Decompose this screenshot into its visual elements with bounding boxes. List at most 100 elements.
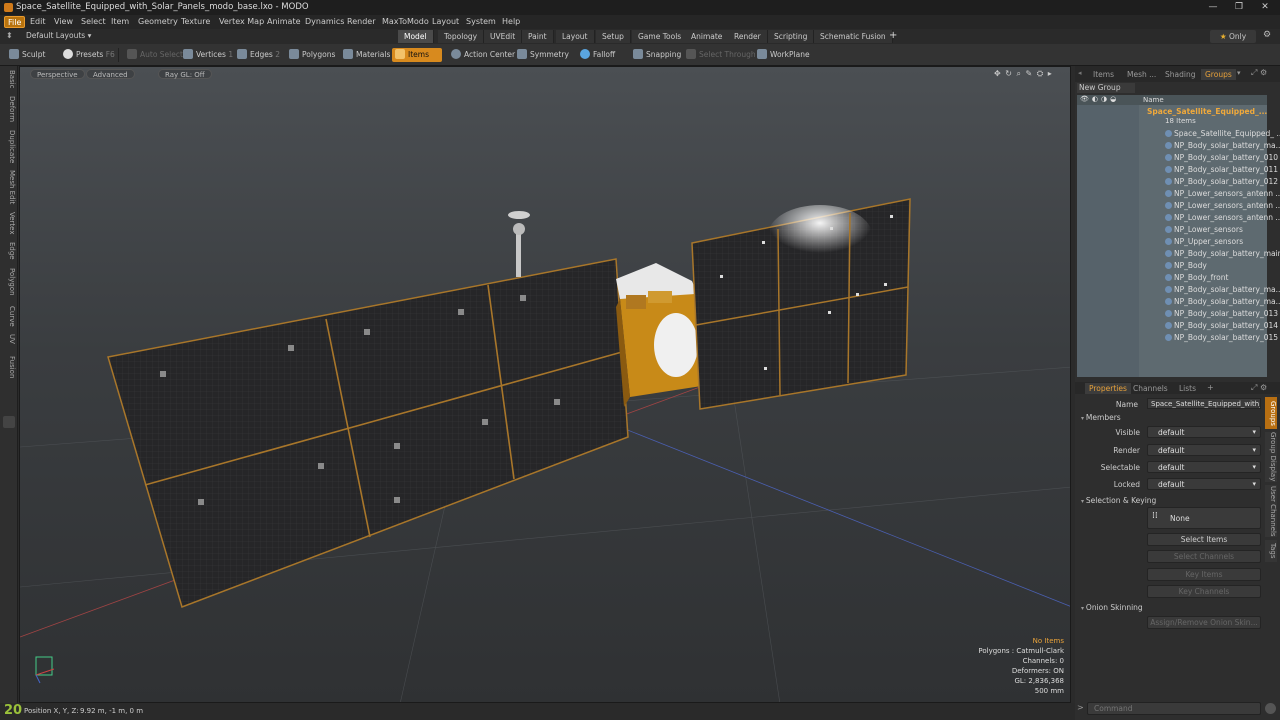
menu-vertex-map[interactable]: Vertex Map: [216, 16, 267, 28]
list-item[interactable]: NP_Lower_sensors_antenn ...: [1165, 212, 1280, 224]
menu-help[interactable]: Help: [499, 16, 523, 28]
symmetry-button[interactable]: Symmetry: [514, 48, 572, 62]
tab-paint[interactable]: Paint: [522, 30, 554, 43]
menu-texture[interactable]: Texture: [178, 16, 213, 28]
command-history-icon[interactable]: >: [1077, 703, 1084, 712]
sculpt-button[interactable]: Sculpt: [6, 48, 48, 62]
list-item[interactable]: NP_Lower_sensors_antenn ...: [1165, 200, 1280, 212]
workplane-button[interactable]: WorkPlane: [754, 48, 813, 62]
assign-onion-skin-button[interactable]: Assign/Remove Onion Skin...: [1147, 616, 1261, 629]
tab-channels[interactable]: Channels: [1129, 383, 1172, 394]
tooltab-basic[interactable]: Basic: [2, 70, 16, 89]
render-dropdown[interactable]: default: [1147, 444, 1261, 456]
tooltab-fusion[interactable]: Fusion: [2, 356, 16, 378]
vertices-button[interactable]: Vertices 1: [180, 48, 236, 62]
list-item[interactable]: NP_Body: [1165, 260, 1207, 272]
shading-dropdown[interactable]: Advanced: [86, 69, 135, 79]
key-items-button[interactable]: Key Items: [1147, 568, 1261, 581]
expand-toggle[interactable]: [3, 416, 15, 428]
menu-edit[interactable]: Edit: [27, 16, 49, 28]
onion-skinning-section[interactable]: Onion Skinning: [1081, 603, 1143, 612]
list-item[interactable]: NP_Body_solar_battery_014: [1165, 320, 1278, 332]
visible-dropdown[interactable]: default: [1147, 426, 1261, 438]
only-toggle[interactable]: ★ Only: [1210, 30, 1256, 43]
group-name[interactable]: Space_Satellite_Equipped_...: [1147, 107, 1267, 116]
list-item[interactable]: NP_Body_solar_battery_main: [1165, 248, 1280, 260]
menu-layout[interactable]: Layout: [429, 16, 462, 28]
tab-layout[interactable]: Layout: [556, 30, 595, 43]
materials-button[interactable]: Materials: [340, 48, 393, 62]
sidetab-groups[interactable]: Groups: [1265, 397, 1277, 429]
list-item[interactable]: NP_Body_front: [1165, 272, 1228, 284]
view-type-dropdown[interactable]: Perspective: [30, 69, 85, 79]
menu-animate[interactable]: Animate: [264, 16, 304, 28]
members-section[interactable]: Members: [1081, 413, 1121, 422]
close-button[interactable]: ✕: [1252, 0, 1278, 15]
maximize-button[interactable]: ❐: [1226, 0, 1252, 15]
presets-button[interactable]: Presets F6: [60, 48, 118, 62]
gear-icon[interactable]: ⚙: [1263, 30, 1271, 40]
list-item[interactable]: NP_Body_solar_battery_015: [1165, 332, 1278, 344]
menu-item[interactable]: Item: [108, 16, 132, 28]
tooltab-polygon[interactable]: Polygon: [2, 268, 16, 296]
list-item[interactable]: Space_Satellite_Equipped_ ...: [1165, 128, 1280, 140]
tooltab-deform[interactable]: Deform: [2, 96, 16, 122]
viewport-nav-icons[interactable]: ✥ ↻ ⌕ ✎ ⛭ ▸: [994, 69, 1053, 79]
tab-shading[interactable]: Shading: [1161, 69, 1199, 80]
tab-setup[interactable]: Setup: [596, 30, 631, 43]
menu-select[interactable]: Select: [78, 16, 109, 28]
tab-scripting[interactable]: Scripting: [768, 30, 815, 43]
menu-dynamics[interactable]: Dynamics: [302, 16, 347, 28]
snapping-button[interactable]: Snapping: [630, 48, 684, 62]
tab-animate[interactable]: Animate: [685, 30, 730, 43]
panel-expand-icon[interactable]: ⤢ ⚙: [1251, 68, 1267, 78]
tooltab-vertex[interactable]: Vertex: [2, 212, 16, 235]
minimize-button[interactable]: —: [1200, 0, 1226, 15]
tooltab-uv[interactable]: UV: [2, 334, 16, 344]
list-item[interactable]: NP_Body_solar_battery_011: [1165, 164, 1278, 176]
name-column-header[interactable]: Name: [1143, 96, 1164, 104]
tab-uvedit[interactable]: UVEdit: [484, 30, 523, 43]
add-properties-tab-button[interactable]: +: [1207, 383, 1214, 392]
select-channels-button[interactable]: Select Channels: [1147, 550, 1261, 563]
sidetab-user-channels[interactable]: User Channels: [1265, 485, 1277, 537]
menu-system[interactable]: System: [463, 16, 499, 28]
action-center-button[interactable]: Action Center: [448, 48, 518, 62]
selectable-dropdown[interactable]: default: [1147, 461, 1261, 473]
pin-icon[interactable]: ⬍: [6, 31, 13, 40]
tab-mesh[interactable]: Mesh ...: [1123, 69, 1160, 80]
tooltab-curve[interactable]: Curve: [2, 306, 16, 327]
menu-file[interactable]: File: [4, 16, 26, 28]
selection-keying-section[interactable]: Selection & Keying: [1081, 496, 1156, 505]
items-button[interactable]: Items: [392, 48, 442, 62]
edges-button[interactable]: Edges 2: [234, 48, 283, 62]
auto-select-button[interactable]: Auto Select: [124, 48, 186, 62]
tab-topology[interactable]: Topology: [438, 30, 485, 43]
tab-groups[interactable]: Groups: [1201, 69, 1236, 80]
select-through-button[interactable]: Select Through: [683, 48, 759, 62]
new-group-button[interactable]: New Group: [1077, 83, 1135, 93]
tab-render[interactable]: Render: [728, 30, 768, 43]
properties-expand-icon[interactable]: ⤢ ⚙: [1251, 383, 1267, 393]
tooltab-mesh-edit[interactable]: Mesh Edit: [2, 170, 16, 204]
list-item[interactable]: NP_Body_solar_battery_013: [1165, 308, 1278, 320]
raygl-toggle[interactable]: Ray GL: Off: [158, 69, 212, 79]
list-item[interactable]: NP_Body_solar_battery_ma...: [1165, 296, 1280, 308]
none-selector[interactable]: ⁞⁞ None: [1147, 507, 1261, 529]
sidetab-tags[interactable]: Tags: [1265, 540, 1277, 562]
list-item[interactable]: NP_Body_solar_battery_ma...: [1165, 140, 1280, 152]
list-item[interactable]: NP_Upper_sensors: [1165, 236, 1243, 248]
list-item[interactable]: NP_Body_solar_battery_010: [1165, 152, 1278, 164]
tab-properties[interactable]: Properties: [1085, 383, 1131, 394]
locked-dropdown[interactable]: default: [1147, 478, 1261, 490]
key-channels-button[interactable]: Key Channels: [1147, 585, 1261, 598]
command-execute-icon[interactable]: [1265, 703, 1276, 714]
tooltab-edge[interactable]: Edge: [2, 242, 16, 260]
layout-selector[interactable]: Default Layouts ▾: [26, 31, 91, 40]
menu-maxtomodo[interactable]: MaxToModo: [379, 16, 432, 28]
command-input[interactable]: [1087, 702, 1261, 715]
add-tab-button[interactable]: +: [889, 30, 897, 41]
menu-view[interactable]: View: [51, 16, 76, 28]
menu-render[interactable]: Render: [344, 16, 378, 28]
group-name-field[interactable]: Space_Satellite_Equipped_with_S: [1147, 398, 1261, 409]
